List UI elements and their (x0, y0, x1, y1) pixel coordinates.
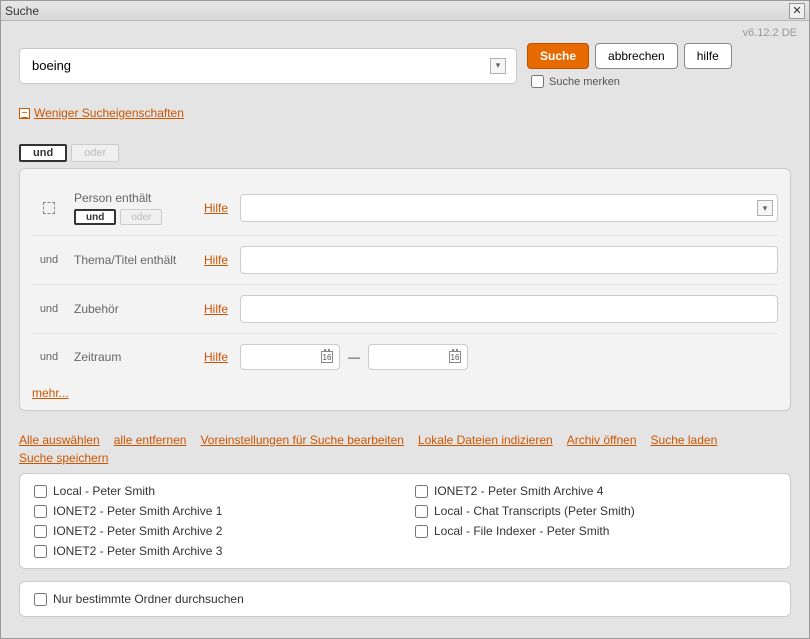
toggle-properties-label: Weniger Sucheigenschaften (34, 106, 184, 120)
source-checkbox-input[interactable] (415, 525, 428, 538)
search-input-wrapper: ▾ (19, 48, 517, 84)
criteria-label-block: Person enthält und oder (74, 191, 196, 225)
criteria-row-subject: und Thema/Titel enthält Hilfe (32, 235, 778, 284)
criteria-prefix (32, 202, 66, 214)
source-checkbox[interactable]: Local - File Indexer - Peter Smith (415, 524, 776, 538)
source-checkbox[interactable]: IONET2 - Peter Smith Archive 2 (34, 524, 395, 538)
remember-search-checkbox[interactable]: Suche merken (527, 75, 732, 88)
row-logic-or-button[interactable]: oder (120, 209, 162, 225)
source-checkbox-input[interactable] (34, 525, 47, 538)
criteria-row-attachment: und Zubehör Hilfe (32, 284, 778, 333)
sources-grid: Local - Peter Smith IONET2 - Peter Smith … (34, 484, 776, 558)
criteria-prefix: und (32, 303, 66, 315)
logic-or-button[interactable]: oder (71, 144, 119, 162)
index-local-link[interactable]: Lokale Dateien indizieren (418, 433, 553, 447)
chevron-down-icon[interactable]: ▾ (490, 58, 506, 74)
search-buttons: Suche abbrechen hilfe Suche merken (527, 43, 732, 88)
folders-panel: Nur bestimmte Ordner durchsuchen (19, 581, 791, 617)
source-checkbox[interactable]: IONET2 - Peter Smith Archive 4 (415, 484, 776, 498)
criteria-help-link[interactable]: Hilfe (204, 253, 228, 267)
attachment-input[interactable] (240, 295, 778, 323)
criteria-label: Person enthält (74, 191, 196, 205)
source-label: IONET2 - Peter Smith Archive 2 (53, 524, 222, 538)
chevron-down-icon[interactable]: ▾ (757, 200, 773, 216)
close-icon[interactable]: ✕ (789, 3, 805, 19)
source-label: Local - Chat Transcripts (Peter Smith) (434, 504, 635, 518)
remove-all-link[interactable]: alle entfernen (114, 433, 187, 447)
search-toprow: ▾ Suche abbrechen hilfe Suche merken (19, 43, 791, 88)
source-checkbox-input[interactable] (34, 505, 47, 518)
source-checkbox-input[interactable] (415, 485, 428, 498)
version-label: v6.12.2 DE (743, 27, 797, 39)
load-search-link[interactable]: Suche laden (651, 433, 718, 447)
toggle-properties-link[interactable]: − Weniger Sucheigenschaften (19, 106, 184, 120)
search-input[interactable] (30, 57, 490, 74)
date-from-input[interactable]: 16 (240, 344, 340, 370)
global-logic-selector: und oder (19, 144, 791, 162)
only-specific-folders-checkbox[interactable]: Nur bestimmte Ordner durchsuchen (34, 592, 776, 606)
help-button[interactable]: hilfe (684, 43, 732, 69)
move-handle-icon[interactable] (43, 202, 55, 214)
only-specific-folders-label: Nur bestimmte Ordner durchsuchen (53, 592, 244, 606)
row-logic-and-button[interactable]: und (74, 209, 116, 225)
actions-linkbar: Alle auswählen alle entfernen Voreinstel… (19, 433, 791, 465)
source-checkbox[interactable]: Local - Chat Transcripts (Peter Smith) (415, 504, 776, 518)
source-label: IONET2 - Peter Smith Archive 1 (53, 504, 222, 518)
criteria-label: Zeitraum (74, 350, 196, 364)
criteria-row-daterange: und Zeitraum Hilfe 16 — 16 (32, 333, 778, 380)
criteria-row-person: Person enthält und oder Hilfe ▾ (32, 181, 778, 235)
window-title: Suche (5, 4, 789, 18)
open-archive-link[interactable]: Archiv öffnen (567, 433, 637, 447)
logic-and-button[interactable]: und (19, 144, 67, 162)
source-checkbox[interactable]: IONET2 - Peter Smith Archive 3 (34, 544, 395, 558)
criteria-label: Zubehör (74, 302, 196, 316)
select-all-link[interactable]: Alle auswählen (19, 433, 100, 447)
daterange-separator: — (348, 350, 360, 364)
criteria-help-link[interactable]: Hilfe (204, 201, 228, 215)
criteria-panel: Person enthält und oder Hilfe ▾ und Them… (19, 168, 791, 411)
only-specific-folders-input[interactable] (34, 593, 47, 606)
sources-panel: Local - Peter Smith IONET2 - Peter Smith … (19, 473, 791, 569)
remember-search-label: Suche merken (549, 76, 620, 88)
source-label: IONET2 - Peter Smith Archive 4 (434, 484, 603, 498)
source-label: Local - Peter Smith (53, 484, 155, 498)
criteria-help-link[interactable]: Hilfe (204, 350, 228, 364)
source-checkbox-input[interactable] (415, 505, 428, 518)
source-checkbox[interactable]: Local - Peter Smith (34, 484, 395, 498)
remember-search-input[interactable] (531, 75, 544, 88)
save-search-link[interactable]: Suche speichern (19, 451, 108, 465)
criteria-label: Thema/Titel enthält (74, 253, 196, 267)
calendar-icon: 16 (449, 351, 461, 363)
criteria-prefix: und (32, 254, 66, 266)
source-checkbox-input[interactable] (34, 545, 47, 558)
dialog-body: v6.12.2 DE ▾ Suche abbrechen hilfe Suche… (1, 21, 809, 627)
date-to-input[interactable]: 16 (368, 344, 468, 370)
source-checkbox-input[interactable] (34, 485, 47, 498)
criteria-prefix: und (32, 351, 66, 363)
search-dialog: Suche ✕ v6.12.2 DE ▾ Suche abbrechen hil… (0, 0, 810, 639)
collapse-icon: − (19, 108, 30, 119)
criteria-help-link[interactable]: Hilfe (204, 302, 228, 316)
source-label: IONET2 - Peter Smith Archive 3 (53, 544, 222, 558)
button-row: Suche abbrechen hilfe (527, 43, 732, 69)
subject-input[interactable] (240, 246, 778, 274)
calendar-icon: 16 (321, 351, 333, 363)
person-dropdown[interactable]: ▾ (240, 194, 778, 222)
titlebar: Suche ✕ (1, 1, 809, 21)
edit-defaults-link[interactable]: Voreinstellungen für Suche bearbeiten (200, 433, 403, 447)
source-label: Local - File Indexer - Peter Smith (434, 524, 609, 538)
more-criteria-link[interactable]: mehr... (32, 386, 69, 400)
search-button[interactable]: Suche (527, 43, 589, 69)
daterange-fields: 16 — 16 (240, 344, 468, 370)
cancel-button[interactable]: abbrechen (595, 43, 678, 69)
source-checkbox[interactable]: IONET2 - Peter Smith Archive 1 (34, 504, 395, 518)
